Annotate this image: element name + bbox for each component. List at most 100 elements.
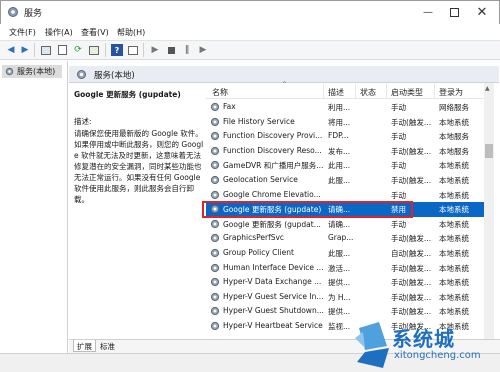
cell-description: FDP... xyxy=(328,131,349,141)
gear-icon xyxy=(210,132,220,141)
column-header-log-on-as[interactable]: 登录为 xyxy=(439,87,463,98)
gear-icon xyxy=(210,248,220,258)
help-icon[interactable]: ? xyxy=(111,44,123,56)
cell-startup-type: 手动(触发... xyxy=(391,234,432,244)
cell-name: Function Discovery Reso... xyxy=(223,145,322,155)
table-row[interactable]: GraphicsPerfSvc Grap... 手动(触发... 本地系统 xyxy=(206,231,484,246)
back-arrow-icon[interactable]: ◀ xyxy=(5,44,17,56)
gear-icon xyxy=(5,67,14,76)
cell-log-on-as: 本地系统 xyxy=(439,176,469,185)
cell-startup-type: 自动(触发... xyxy=(391,249,432,258)
pause-service-icon[interactable]: ‖ xyxy=(181,44,193,56)
cell-log-on-as: 本地系统 xyxy=(439,219,469,229)
table-row[interactable]: GameDVR 和广播用户服务... 此用... 手动 本地系统 xyxy=(206,158,484,173)
table-row[interactable]: Fax 利用... 手动 网络服务 xyxy=(206,100,484,115)
gear-icon xyxy=(210,117,220,126)
menu-view[interactable]: 查看(V) xyxy=(81,27,109,38)
cell-startup-type: 手动(触发... xyxy=(391,307,432,317)
tab-standard[interactable]: 标准 xyxy=(97,340,118,352)
cell-startup-type: 手动(触发... xyxy=(391,146,432,156)
column-divider[interactable] xyxy=(355,84,356,98)
cell-log-on-as: 本地系统 xyxy=(439,263,469,273)
stop-service-icon[interactable] xyxy=(165,44,177,56)
table-row[interactable]: Function Discovery Provi... FDP... 手动 本地服务 xyxy=(206,129,484,144)
scrollbar-thumb[interactable] xyxy=(485,144,493,158)
gear-icon xyxy=(210,292,220,301)
column-divider[interactable] xyxy=(323,84,324,98)
column-divider[interactable] xyxy=(386,84,387,98)
toolbar-divider xyxy=(143,43,144,57)
forward-arrow-icon[interactable]: ▶ xyxy=(19,44,31,56)
cell-startup-type: 手动(触发... xyxy=(391,263,432,273)
start-service-icon[interactable]: ▶ xyxy=(149,44,161,56)
description-label: 描述: xyxy=(74,117,92,126)
tab-extended[interactable]: 扩展 xyxy=(73,340,96,352)
menu-action[interactable]: 操作(A) xyxy=(45,27,73,38)
gear-icon xyxy=(210,175,220,185)
close-button[interactable]: ✕ xyxy=(474,4,490,20)
minimize-button[interactable]: — xyxy=(420,4,436,20)
table-row[interactable]: Human Interface Device ... 激活... 手动(触发... 本… xyxy=(206,261,484,276)
properties-icon[interactable] xyxy=(56,44,68,56)
cell-startup-type: 手动(触发... xyxy=(391,292,432,302)
cell-name: Group Policy Client xyxy=(223,248,294,257)
cell-startup-type: 手动 xyxy=(391,132,406,142)
gear-icon xyxy=(210,102,220,112)
table-row[interactable]: File History Service 将用... 手动(触发... 本地系统 xyxy=(206,115,484,130)
table-row[interactable]: Group Policy Client 此服... 自动(触发... 本地系统 xyxy=(206,246,484,261)
gear-icon xyxy=(210,219,220,228)
services-header-title: 服务(本地) xyxy=(94,71,135,81)
table-row[interactable]: Google Chrome Elevatio... 手动 本地系统 xyxy=(206,188,484,203)
cell-description: 发布... xyxy=(328,146,351,156)
table-row[interactable]: Function Discovery Reso... 发布... 手动(触发... 本… xyxy=(206,144,484,159)
cell-description: 此服... xyxy=(328,249,351,258)
cell-description: 此用... xyxy=(328,161,351,171)
cell-description: 请确... xyxy=(328,219,351,229)
export-list-icon[interactable] xyxy=(88,44,100,56)
cell-log-on-as: 本地系统 xyxy=(439,161,469,171)
column-header-description[interactable]: 描述 xyxy=(328,87,344,98)
cell-description: 提供... xyxy=(328,307,351,317)
cell-startup-type: 手动 xyxy=(391,103,406,112)
gear-icon xyxy=(210,321,220,331)
menu-help[interactable]: 帮助(H) xyxy=(117,27,145,38)
console-tree-icon[interactable] xyxy=(40,44,52,56)
column-header-status[interactable]: 状态 xyxy=(360,87,376,98)
table-row[interactable]: Geolocation Service 此服... 手动(触发... 本地系统 xyxy=(206,173,484,188)
cell-log-on-as: 本地系统 xyxy=(439,117,469,127)
column-divider[interactable] xyxy=(434,84,435,98)
cell-description: 此服... xyxy=(328,176,351,185)
cell-log-on-as: 本地系统 xyxy=(439,307,469,317)
column-header-name[interactable]: 名称 xyxy=(212,87,228,98)
watermark-text: 系统城 xyxy=(392,327,455,351)
gear-icon xyxy=(210,234,220,243)
sort-caret-icon: ^ xyxy=(282,81,288,88)
restart-service-icon[interactable]: ▶ xyxy=(197,44,209,56)
gear-icon xyxy=(210,307,220,316)
highlight-annotation-box xyxy=(202,201,413,218)
cell-name: Geolocation Service xyxy=(223,175,298,184)
table-row[interactable]: Hyper-V Guest Shutdown... 提供... 手动(触发... 本地… xyxy=(206,304,484,319)
maximize-button[interactable] xyxy=(446,4,462,20)
menu-file[interactable]: 文件(F) xyxy=(9,27,36,38)
service-description-text: 请确保您使用最新版的 Google 软件。如果停用或中断此服务，则您的 Goog… xyxy=(74,129,204,204)
toolbar-divider xyxy=(34,43,35,57)
table-row[interactable]: Hyper-V Data Exchange ... 提供... 手动(触发... 本地… xyxy=(206,275,484,290)
gear-icon xyxy=(210,190,220,199)
column-header-startup-type[interactable]: 启动类型 xyxy=(391,87,423,98)
show-hide-action-pane-icon[interactable] xyxy=(127,44,139,56)
cell-log-on-as: 本地系统 xyxy=(439,278,469,288)
cell-description: 利用... xyxy=(328,103,351,112)
vertical-scrollbar[interactable] xyxy=(484,83,494,339)
gear-icon xyxy=(210,263,220,272)
cell-startup-type: 手动 xyxy=(391,190,406,200)
console-tree-pane xyxy=(0,61,68,366)
table-row[interactable]: Hyper-V Guest Service In... 为 H... 手动(触发..… xyxy=(206,290,484,305)
cell-log-on-as: 本地系统 xyxy=(439,205,469,215)
cell-description: 激活... xyxy=(328,263,351,273)
watermark-url: xitongcheng.com xyxy=(394,350,481,361)
refresh-icon[interactable]: ⟳ xyxy=(72,44,84,56)
window-title: 服务 xyxy=(24,9,43,19)
table-row[interactable]: Google 更新服务 (gupdat... 请确... 手动 本地系统 xyxy=(206,217,484,232)
scroll-up-arrow-icon[interactable]: ▲ xyxy=(485,85,490,92)
